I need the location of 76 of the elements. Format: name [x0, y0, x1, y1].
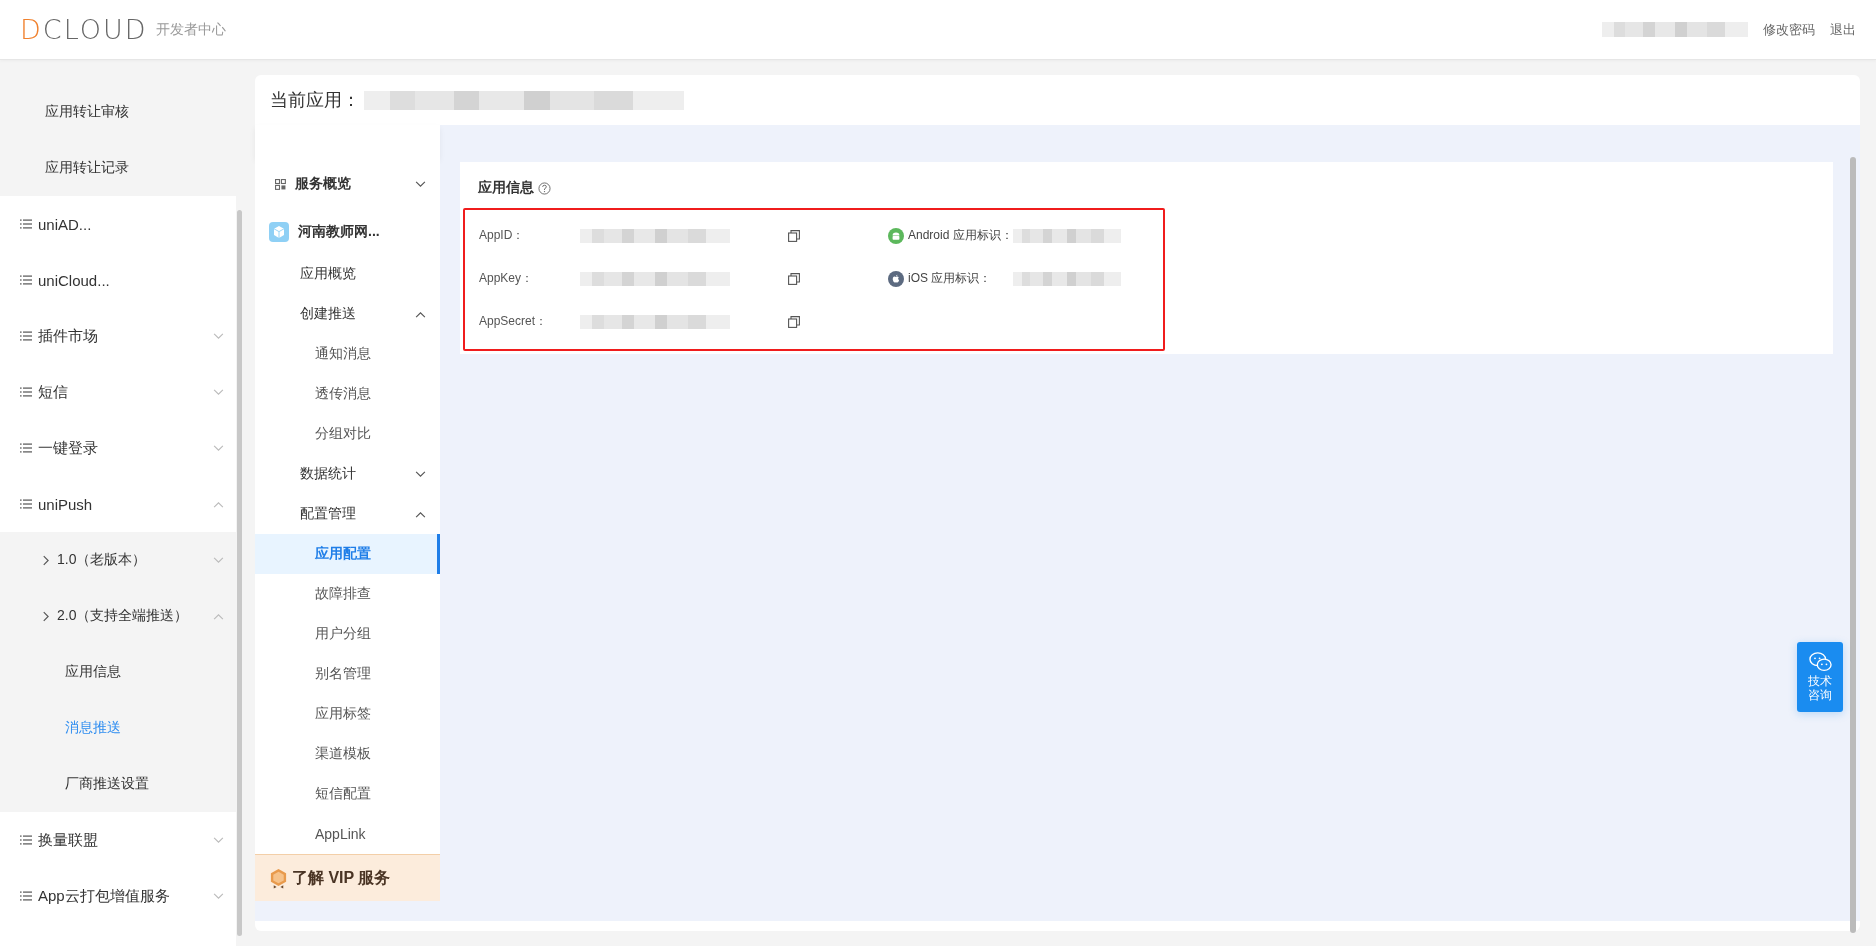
sidebar-item[interactable]: 一键登录: [0, 420, 236, 476]
current-app-label: 当前应用：: [270, 89, 360, 112]
nav-item[interactable]: 服务概览: [255, 158, 440, 210]
field-label: AppKey：: [479, 270, 535, 287]
copy-icon[interactable]: [788, 315, 800, 328]
sidebar-item[interactable]: 应用信息: [0, 644, 236, 700]
nav-item[interactable]: 短信配置: [255, 774, 440, 814]
field-label: iOS 应用标识：: [908, 270, 993, 287]
nav-item[interactable]: 别名管理: [255, 654, 440, 694]
list-icon: [20, 387, 32, 397]
nav-item[interactable]: 配置管理: [255, 494, 440, 534]
chevron-down-icon: [213, 892, 224, 900]
chevron-down-icon: [415, 470, 426, 478]
vip-banner[interactable]: 了解 VIP 服务: [255, 854, 440, 901]
chevron-up-icon: [213, 500, 224, 508]
nav-item[interactable]: 应用标签: [255, 694, 440, 734]
vip-badge-icon: [269, 867, 288, 889]
chevron-down-icon: [213, 556, 224, 564]
sidebar-item[interactable]: 1.0（老版本）: [0, 532, 236, 588]
sidebar-item[interactable]: uniPush: [0, 476, 236, 532]
list-icon: [20, 219, 32, 229]
sidebar-item[interactable]: 插件市场: [0, 308, 236, 364]
list-icon: [20, 835, 32, 845]
header-link[interactable]: 修改密码: [1763, 20, 1815, 39]
sidebar-item[interactable]: 应用转让审核: [0, 84, 236, 140]
logo[interactable]: DCLOUD: [20, 14, 148, 45]
sidebar-item[interactable]: 2.0（支持全端推送）: [0, 588, 236, 644]
chevron-right-icon: [42, 554, 49, 566]
nav-item[interactable]: 透传消息: [255, 374, 440, 414]
help-icon[interactable]: [538, 181, 551, 195]
header-link[interactable]: 退出: [1830, 20, 1856, 39]
nav-item[interactable]: 创建推送: [255, 294, 440, 334]
chevron-right-icon: [42, 610, 49, 622]
chevron-up-icon: [213, 612, 224, 620]
nav-item[interactable]: 分组对比: [255, 414, 440, 454]
site-subtitle: 开发者中心: [155, 20, 226, 39]
copy-icon[interactable]: [788, 272, 800, 285]
nav-item[interactable]: 渠道模板: [255, 734, 440, 774]
field-label: Android 应用标识：: [908, 227, 1013, 244]
sidebar-item[interactable]: uniCloud...: [0, 252, 236, 308]
list-icon: [20, 891, 32, 901]
nav-item[interactable]: 应用配置: [255, 534, 440, 574]
nav-item[interactable]: 故障排查: [255, 574, 440, 614]
list-icon: [20, 499, 32, 509]
list-icon: [20, 275, 32, 285]
card-title: 应用信息: [478, 179, 534, 197]
chevron-down-icon: [213, 332, 224, 340]
sidebar-item[interactable]: 厂商推送设置: [0, 756, 236, 812]
chevron-up-icon: [415, 310, 426, 318]
field-label: AppSecret：: [479, 313, 549, 330]
nav-item[interactable]: AppLink: [255, 814, 440, 854]
apple-icon: [888, 270, 904, 287]
sidebar-item[interactable]: App云打包增值服务: [0, 868, 236, 924]
nav-app-item[interactable]: 河南教师网...: [255, 210, 440, 254]
nav-item[interactable]: 应用概览: [255, 254, 440, 294]
sidebar-item[interactable]: uniAD...: [0, 196, 236, 252]
nav-item[interactable]: 用户分组: [255, 614, 440, 654]
sidebar-item[interactable]: 换量联盟: [0, 812, 236, 868]
sidebar-item[interactable]: 短信: [0, 364, 236, 420]
grid-icon: [275, 178, 286, 190]
field-label: AppID：: [479, 227, 526, 244]
chevron-up-icon: [415, 510, 426, 518]
cube-icon: [269, 222, 289, 242]
scrollbar-thumb[interactable]: [237, 210, 242, 936]
chevron-down-icon: [415, 180, 426, 188]
chat-bubbles-icon: [1807, 651, 1833, 674]
list-icon: [20, 443, 32, 453]
chevron-down-icon: [213, 388, 224, 396]
sidebar-item[interactable]: 应用转让记录: [0, 140, 236, 196]
list-icon: [20, 331, 32, 341]
scrollbar-thumb[interactable]: [1849, 157, 1856, 933]
copy-icon[interactable]: [788, 229, 800, 242]
nav-item[interactable]: 数据统计: [255, 454, 440, 494]
nav-item[interactable]: 通知消息: [255, 334, 440, 374]
chevron-down-icon: [213, 836, 224, 844]
chevron-down-icon: [213, 444, 224, 452]
